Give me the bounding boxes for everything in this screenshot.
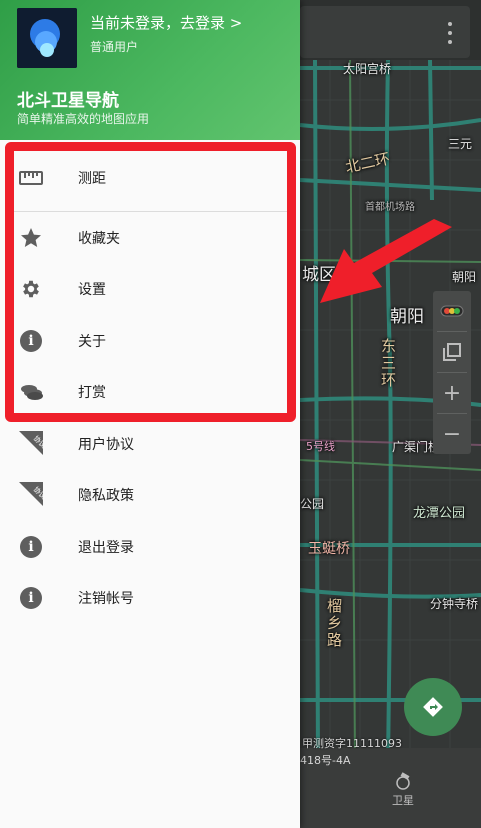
menu-item-label: 打赏 <box>78 385 106 402</box>
menu-item-label: 隐私政策 <box>78 488 134 505</box>
menu-item-logout[interactable]: i 退出登录 <box>0 521 300 573</box>
menu-item-delete-account[interactable]: i 注销帐号 <box>0 573 300 625</box>
red-arrow-annotation <box>320 219 452 303</box>
map-label: 玉蜓桥 <box>308 541 350 557</box>
login-link[interactable]: 当前未登录，去登录 > <box>90 12 242 33</box>
menu-item-label: 测距 <box>78 171 106 187</box>
coins-icon <box>19 380 43 404</box>
privacy-flag-icon: 协议 <box>19 482 43 507</box>
more-vert-icon[interactable] <box>440 22 460 44</box>
app-name: 北斗卫星导航 <box>17 91 119 111</box>
menu-item-measure[interactable]: 测距 <box>0 150 300 206</box>
satellite-tab[interactable]: 卫星 <box>383 772 423 808</box>
info-icon: i <box>19 586 43 610</box>
agreement-flag-icon: 协议 <box>19 430 43 456</box>
menu-item-tip[interactable]: 打赏 <box>0 367 300 419</box>
user-level: 普通用户 <box>90 40 139 54</box>
drawer-header[interactable]: 当前未登录，去登录 > 普通用户 北斗卫星导航 简单精准高效的地图应用 <box>0 0 300 140</box>
map-copyright: 甲测资字11111093 <box>302 737 402 750</box>
map-label: 太阳宫桥 <box>343 62 392 76</box>
menu-item-about[interactable]: i 关于 <box>0 315 300 367</box>
menu-item-user-agreement[interactable]: 协议 用户协议 <box>0 418 300 470</box>
map-label: 首都机场路 <box>365 202 415 213</box>
map-label: 公园 <box>300 497 325 511</box>
map-label: 龙潭公园 <box>413 506 466 521</box>
navigation-drawer: 当前未登录，去登录 > 普通用户 北斗卫星导航 简单精准高效的地图应用 测距 收… <box>0 0 300 828</box>
app-description: 简单精准高效的地图应用 <box>17 112 150 126</box>
layers-icon[interactable] <box>433 332 471 372</box>
menu-item-settings[interactable]: 设置 <box>0 264 300 316</box>
menu-item-privacy-policy[interactable]: 协议 隐私政策 <box>0 470 300 522</box>
menu-item-label: 注销帐号 <box>78 591 134 608</box>
satellite-icon <box>396 772 410 790</box>
zoom-in-icon[interactable]: + <box>433 373 471 413</box>
ruler-icon <box>19 166 43 190</box>
menu-item-label: 退出登录 <box>78 539 134 556</box>
route-arrow-icon <box>423 697 443 717</box>
map-label: 5号线 <box>306 440 335 453</box>
app-logo[interactable] <box>17 8 77 68</box>
navigate-button[interactable] <box>404 678 462 736</box>
menu-item-label: 用户协议 <box>78 436 134 453</box>
zoom-out-icon[interactable]: − <box>433 414 471 454</box>
menu-item-label: 收藏夹 <box>78 230 120 247</box>
map-label: 榴乡路 <box>325 598 343 649</box>
map-label: 三元 <box>448 137 473 151</box>
map-label: 东三环 <box>379 338 397 389</box>
map-copyright-2: 418号-4A <box>300 754 351 767</box>
menu-item-label: 设置 <box>78 282 106 299</box>
menu-item-label: 关于 <box>78 333 106 350</box>
info-icon: i <box>19 535 43 559</box>
star-icon <box>19 226 43 250</box>
drawer-menu: 测距 收藏夹 设置 i 关于 打赏 协议 用户协议 协议 隐私政策 i 退出登录… <box>0 150 300 624</box>
menu-item-favorites[interactable]: 收藏夹 <box>0 212 300 264</box>
map-search-bar[interactable] <box>300 6 470 58</box>
map-tool-panel: + − <box>433 291 471 454</box>
satellite-tab-label: 卫星 <box>392 794 414 807</box>
gear-icon <box>19 277 43 301</box>
info-icon: i <box>19 329 43 353</box>
map-label: 分钟寺桥 <box>430 597 479 611</box>
